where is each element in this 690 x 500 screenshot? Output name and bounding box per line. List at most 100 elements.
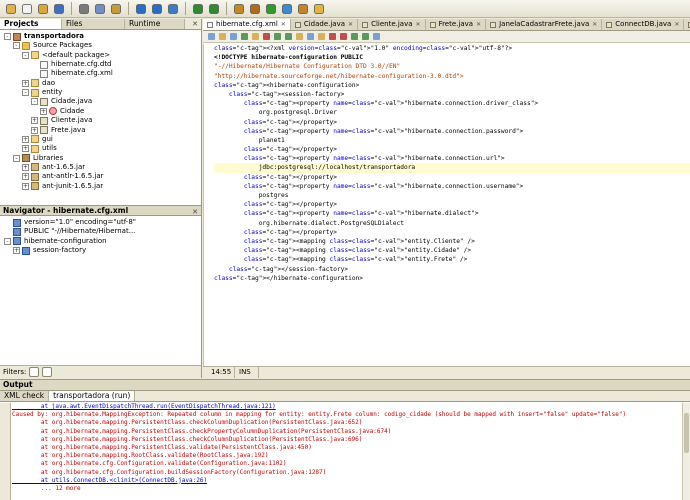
- expand-icon[interactable]: +: [22, 173, 29, 181]
- editor-tool-icon[interactable]: [305, 32, 315, 41]
- editor-tool-icon[interactable]: [217, 32, 227, 41]
- output-panel: Output XML check transportadora (run) at …: [0, 379, 690, 500]
- editor-tab[interactable]: Cidade.java ✕: [290, 19, 359, 30]
- stacktrace-link[interactable]: at java.awt.EventDispatchThread.run(Even…: [12, 403, 680, 411]
- tree-item[interactable]: + dao: [22, 79, 55, 88]
- editor-tool-icon[interactable]: [360, 32, 370, 41]
- tab-projects[interactable]: Projects: [0, 19, 62, 29]
- output-scrollbar[interactable]: [682, 403, 690, 500]
- expand-icon[interactable]: +: [31, 126, 38, 134]
- new-file-icon[interactable]: [20, 2, 34, 16]
- close-tab-icon[interactable]: ✕: [476, 19, 481, 30]
- editor-tool-icon[interactable]: [371, 32, 381, 41]
- help-icon[interactable]: [312, 2, 326, 16]
- expand-icon[interactable]: +: [22, 145, 29, 153]
- code-area[interactable]: class="c-tag"><?xml version=class="c-val…: [203, 44, 690, 366]
- editor-tool-icon[interactable]: [228, 32, 238, 41]
- close-tab-icon[interactable]: ✕: [592, 19, 597, 30]
- back-icon[interactable]: [191, 2, 205, 16]
- tree-item[interactable]: - transportadora: [4, 32, 84, 41]
- editor-tool-icon[interactable]: [294, 32, 304, 41]
- editor-tool-icon[interactable]: [349, 32, 359, 41]
- cut-icon[interactable]: [77, 2, 91, 16]
- tree-item[interactable]: + Cliente.java: [31, 116, 92, 125]
- close-icon[interactable]: ✕: [192, 20, 198, 28]
- editor-tab[interactable]: Frete.java ✕: [425, 19, 487, 30]
- close-tab-icon[interactable]: ✕: [416, 19, 421, 30]
- tab-runtime[interactable]: Runtime: [125, 19, 185, 29]
- stacktrace-link[interactable]: at utils.ConnectDB.<clinit>(ConnectDB.ja…: [12, 477, 680, 485]
- editor-tab[interactable]: hibernate.cfg.xml ✕: [203, 19, 291, 30]
- editor-tool-icon[interactable]: [283, 32, 293, 41]
- close-tab-icon[interactable]: ✕: [348, 19, 353, 30]
- filter-button[interactable]: [29, 367, 40, 377]
- editor-tool-icon[interactable]: [261, 32, 271, 41]
- profile-icon[interactable]: [296, 2, 310, 16]
- tree-item[interactable]: + ant-1.6.5.jar: [22, 163, 85, 172]
- save-all-icon[interactable]: [52, 2, 66, 16]
- expand-icon[interactable]: +: [40, 107, 47, 115]
- tree-item[interactable]: + utils: [22, 144, 57, 153]
- tree-item[interactable]: - entity: [22, 88, 62, 97]
- tab-run-output[interactable]: transportadora (run): [49, 391, 136, 401]
- tree-item[interactable]: - Libraries: [13, 154, 63, 163]
- collapse-icon[interactable]: -: [31, 98, 38, 106]
- open-project-icon[interactable]: [36, 2, 50, 16]
- editor-tool-icon[interactable]: [206, 32, 216, 41]
- tree-item[interactable]: - Cidade.java: [31, 97, 92, 106]
- tree-item[interactable]: - Source Packages: [13, 41, 92, 50]
- collapse-icon[interactable]: -: [4, 237, 11, 245]
- expand-icon[interactable]: +: [31, 117, 38, 125]
- expand-icon[interactable]: +: [13, 247, 20, 255]
- pkg-icon: [31, 51, 39, 60]
- tree-item[interactable]: - hibernate-configuration: [4, 237, 107, 246]
- collapse-icon[interactable]: -: [13, 154, 20, 162]
- editor-tab[interactable]: ConnectDB.java ✕: [602, 19, 685, 30]
- tab-xml-check[interactable]: XML check: [0, 391, 50, 401]
- build-icon[interactable]: [232, 2, 246, 16]
- editor-tab[interactable]: FreteHiberna...✕: [684, 19, 690, 30]
- undo-icon[interactable]: [134, 2, 148, 16]
- paste-icon[interactable]: [109, 2, 123, 16]
- filter-button[interactable]: [42, 367, 53, 377]
- collapse-icon[interactable]: -: [4, 33, 11, 40]
- copy-icon[interactable]: [93, 2, 107, 16]
- tree-item[interactable]: hibernate.cfg.xml: [31, 69, 113, 78]
- editor-tool-icon[interactable]: [239, 32, 249, 41]
- close-tab-icon[interactable]: ✕: [674, 19, 679, 30]
- tree-item[interactable]: + gui: [22, 135, 53, 144]
- editor-tool-icon[interactable]: [327, 32, 337, 41]
- expand-icon[interactable]: +: [22, 79, 29, 87]
- collapse-icon[interactable]: -: [22, 51, 29, 59]
- tree-item[interactable]: + Frete.java: [31, 126, 86, 135]
- collapse-icon[interactable]: -: [13, 42, 20, 50]
- tree-item[interactable]: - <default package>: [22, 51, 110, 60]
- run-icon[interactable]: [264, 2, 278, 16]
- new-project-icon[interactable]: [4, 2, 18, 16]
- tree-item[interactable]: version="1.0" encoding="utf-8": [4, 218, 136, 227]
- expand-icon[interactable]: +: [22, 135, 29, 143]
- code-line: class="c-tag"></property>: [243, 228, 337, 236]
- tree-item[interactable]: PUBLIC "-//Hibernate/Hibernat...: [4, 227, 135, 236]
- tree-item[interactable]: + Cidade: [40, 107, 84, 116]
- expand-icon[interactable]: +: [22, 182, 29, 190]
- editor-tool-icon[interactable]: [250, 32, 260, 41]
- tab-files[interactable]: Files: [62, 19, 125, 29]
- tree-item[interactable]: + ant-antlr-1.6.5.jar: [22, 172, 104, 181]
- editor-tab[interactable]: Cliente.java ✕: [358, 19, 426, 30]
- collapse-icon[interactable]: -: [22, 89, 29, 97]
- tree-item[interactable]: + session-factory: [13, 246, 86, 255]
- editor-tool-icon[interactable]: [338, 32, 348, 41]
- editor-tool-icon[interactable]: [272, 32, 282, 41]
- tree-item[interactable]: hibernate.cfg.dtd: [31, 60, 112, 69]
- debug-icon[interactable]: [280, 2, 294, 16]
- close-tab-icon[interactable]: ✕: [281, 19, 286, 30]
- forward-icon[interactable]: [207, 2, 221, 16]
- editor-tab[interactable]: JanelaCadastrarFrete.java ✕: [486, 19, 603, 30]
- search-icon[interactable]: [166, 2, 180, 16]
- redo-icon[interactable]: [150, 2, 164, 16]
- clean-build-icon[interactable]: [248, 2, 262, 16]
- editor-tool-icon[interactable]: [316, 32, 326, 41]
- tree-item[interactable]: + ant-junit-1.6.5.jar: [22, 182, 103, 191]
- expand-icon[interactable]: +: [22, 163, 29, 171]
